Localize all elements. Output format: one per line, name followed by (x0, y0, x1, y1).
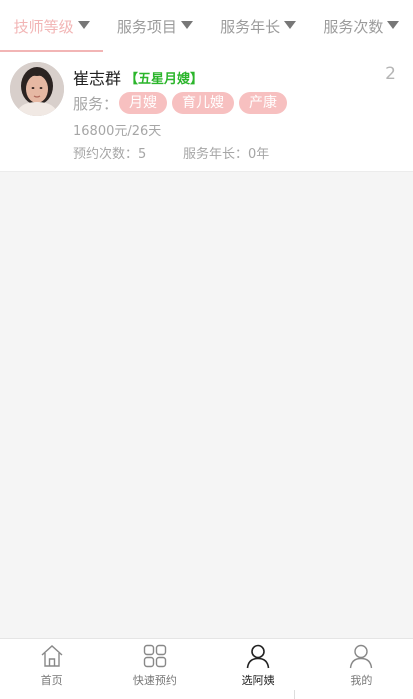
service-years: 服务年长：0年 (183, 147, 270, 162)
service-label: 服务： (73, 94, 119, 113)
filter-service-years[interactable]: 服务年长 (207, 0, 310, 52)
filter-service-item[interactable]: 服务项目 (103, 0, 206, 52)
person-icon (246, 644, 270, 669)
tab-label: 选阿姨 (241, 674, 275, 687)
bottom-tab-bar: 首页 快速预约 选阿姨 我的 (0, 638, 413, 699)
divider (294, 690, 295, 699)
avatar (10, 62, 64, 116)
filter-label: 服务年长 (220, 17, 281, 36)
caret-down-icon (180, 20, 193, 29)
grid-icon (143, 644, 167, 668)
tab-mine[interactable]: 我的 (310, 639, 413, 699)
meta-row: 预约次数：5 服务年长：0年 (73, 143, 269, 162)
filter-label: 服务次数 (323, 17, 384, 36)
filter-bar: 技师等级 服务项目 服务年长 服务次数 (0, 0, 413, 52)
filter-technician-level[interactable]: 技师等级 (0, 0, 104, 52)
filter-label: 技师等级 (13, 17, 74, 36)
tab-label: 我的 (350, 674, 373, 687)
nanny-card[interactable]: 崔志群 【五星月嫂】 2 服务： 月嫂 育儿嫂 产康 16800元/26天 预约… (0, 52, 413, 172)
caret-down-icon (77, 20, 90, 29)
booking-count: 预约次数：5 (73, 147, 147, 162)
profile-icon (350, 644, 373, 669)
nanny-name: 崔志群 (73, 69, 122, 88)
filter-service-count[interactable]: 服务次数 (310, 0, 413, 52)
service-tag: 产康 (239, 92, 288, 114)
tab-label: 快速预约 (132, 674, 177, 687)
service-tag: 育儿嫂 (172, 92, 235, 114)
tab-home[interactable]: 首页 (0, 639, 103, 699)
service-tag: 月嫂 (119, 92, 168, 114)
home-icon (41, 645, 63, 667)
filter-label: 服务项目 (116, 17, 177, 36)
caret-down-icon (387, 20, 400, 29)
name-row: 崔志群 【五星月嫂】 (73, 65, 203, 89)
tab-label: 首页 (40, 674, 63, 687)
tab-quick-booking[interactable]: 快速预约 (103, 639, 206, 699)
service-row: 服务： 月嫂 育儿嫂 产康 (73, 92, 292, 114)
card-index: 2 (385, 64, 396, 84)
price: 16800元/26天 (73, 124, 162, 139)
nanny-level-badge: 【五星月嫂】 (125, 71, 204, 87)
caret-down-icon (284, 20, 297, 29)
